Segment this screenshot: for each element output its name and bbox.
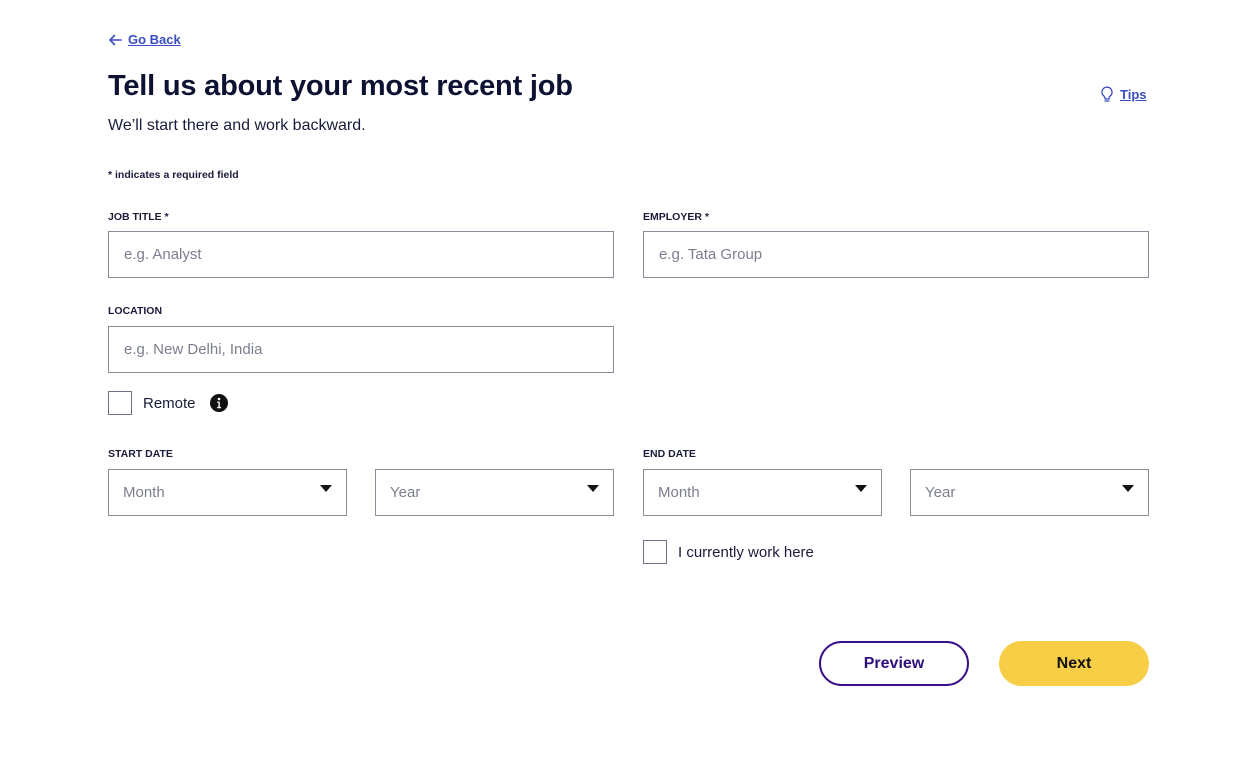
end-year-value: Year [925, 484, 956, 501]
start-month-value: Month [123, 484, 165, 501]
start-year-select[interactable]: Year [375, 469, 614, 516]
employer-label: EMPLOYER * [643, 211, 709, 223]
page-title: Tell us about your most recent job [108, 70, 573, 102]
tips-label: Tips [1120, 87, 1147, 102]
lightbulb-icon [1101, 86, 1113, 102]
arrow-left-icon [109, 34, 122, 45]
job-title-input[interactable] [108, 231, 614, 278]
chevron-down-icon [320, 485, 332, 492]
remote-checkbox-row[interactable]: Remote [108, 391, 228, 415]
end-month-value: Month [658, 484, 700, 501]
location-input[interactable] [108, 326, 614, 373]
start-year-value: Year [390, 484, 421, 501]
end-year-select[interactable]: Year [910, 469, 1149, 516]
go-back-label: Go Back [128, 32, 181, 47]
required-field-note: * indicates a required field [108, 169, 239, 181]
currently-work-checkbox[interactable] [643, 540, 667, 564]
currently-work-checkbox-row[interactable]: I currently work here [643, 540, 814, 564]
end-date-label: END DATE [643, 448, 696, 460]
info-icon[interactable] [209, 394, 228, 412]
remote-label: Remote [143, 394, 196, 412]
chevron-down-icon [1122, 485, 1134, 492]
location-label: LOCATION [108, 305, 163, 317]
currently-work-label: I currently work here [678, 543, 814, 561]
chevron-down-icon [855, 485, 867, 492]
tips-link[interactable]: Tips [1100, 86, 1147, 103]
start-date-label: START DATE [108, 448, 173, 460]
go-back-link[interactable]: Go Back [108, 32, 181, 47]
start-month-select[interactable]: Month [108, 469, 347, 516]
chevron-down-icon [587, 485, 599, 492]
employer-input[interactable] [643, 231, 1149, 278]
next-button[interactable]: Next [999, 641, 1149, 686]
remote-checkbox[interactable] [108, 391, 132, 415]
page-subtitle: We’ll start there and work backward. [108, 117, 366, 134]
job-title-label: JOB TITLE * [108, 211, 169, 223]
end-month-select[interactable]: Month [643, 469, 882, 516]
preview-button[interactable]: Preview [819, 641, 969, 686]
